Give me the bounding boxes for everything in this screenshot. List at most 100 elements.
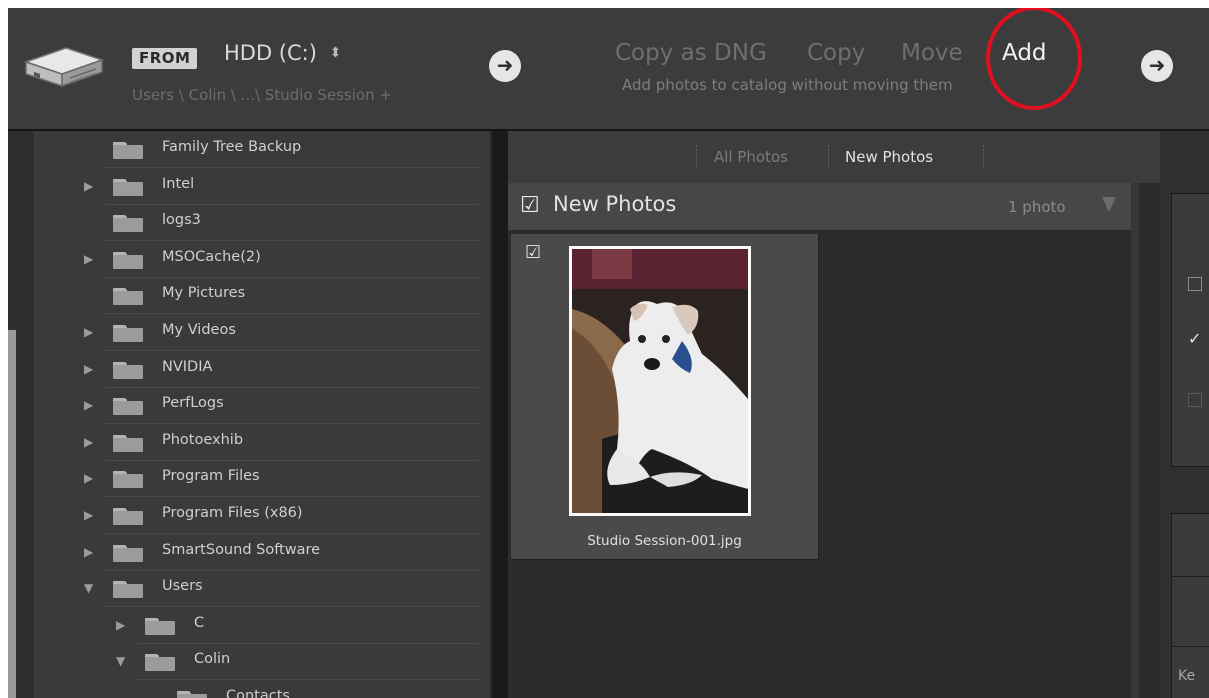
folder-icon <box>145 654 175 671</box>
folder-label: Colin <box>194 651 231 667</box>
tab-new-photos[interactable]: New Photos <box>845 148 933 166</box>
import-header: FROM HDD (C:) ⬍ Users \ Colin \ ...\ Stu… <box>8 8 1209 131</box>
folder-label: Family Tree Backup <box>162 139 302 155</box>
folder-icon <box>113 398 143 415</box>
folder-label: MSOCache(2) <box>162 249 261 265</box>
folder-row[interactable]: ▶ SmartSound Software <box>34 534 488 571</box>
folder-row[interactable]: ▶ Program Files <box>34 460 488 497</box>
folder-label: logs3 <box>162 212 201 228</box>
disclosure-closed-icon[interactable]: ▶ <box>84 546 93 558</box>
folder-icon <box>113 142 143 159</box>
folder-label: SmartSound Software <box>162 542 321 558</box>
folder-icon <box>113 215 143 232</box>
panel-divider <box>1172 646 1209 647</box>
panel-divider <box>1172 576 1209 577</box>
mode-copy-as-dng[interactable]: Copy as DNG <box>615 40 767 66</box>
folder-icon <box>177 691 207 698</box>
folder-row[interactable]: ▶ NVIDIA <box>34 351 488 388</box>
group-checkbox[interactable]: ☑ <box>520 193 540 218</box>
option-checkbox-checked[interactable]: ✓ <box>1188 331 1201 347</box>
disclosure-closed-icon[interactable]: ▶ <box>84 472 93 484</box>
photo-filename: Studio Session-001.jpg <box>587 533 742 549</box>
folder-icon <box>145 618 175 635</box>
folder-label: Photoexhib <box>162 432 244 448</box>
folder-row[interactable]: ▶ My Videos <box>34 314 488 351</box>
source-path[interactable]: Users \ Colin \ ...\ Studio Session + <box>132 86 392 104</box>
option-checkbox[interactable] <box>1188 277 1202 291</box>
folder-row[interactable]: Contacts <box>34 680 488 698</box>
tab-divider <box>983 145 985 167</box>
right-panel: ✓ Ke <box>1160 131 1209 698</box>
folder-label: Program Files <box>162 468 260 484</box>
view-tabs: All Photos New Photos <box>508 131 1160 183</box>
group-header: ☑ New Photos 1 photo <box>508 183 1131 230</box>
disclosure-closed-icon[interactable]: ▶ <box>84 509 93 521</box>
folder-row[interactable]: ▶ Photoexhib <box>34 424 488 461</box>
disclosure-closed-icon[interactable]: ▶ <box>84 363 93 375</box>
folder-icon <box>113 252 143 269</box>
tab-all-photos[interactable]: All Photos <box>714 148 788 166</box>
mode-description: Add photos to catalog without moving the… <box>622 76 953 94</box>
left-scrollbar[interactable] <box>8 330 16 698</box>
grid-scrollbar[interactable] <box>1131 183 1139 698</box>
folder-row[interactable]: Family Tree Backup <box>34 131 488 168</box>
folder-label: C <box>194 615 205 631</box>
source-dropdown[interactable]: HDD (C:) ⬍ <box>224 41 341 65</box>
photo-thumbnail-cell[interactable]: ☑ Studio Session-001.jpg <box>511 234 819 560</box>
option-checkbox-disabled <box>1188 393 1202 407</box>
file-handling-panel: ✓ <box>1171 193 1209 467</box>
disclosure-closed-icon[interactable]: ▶ <box>116 619 125 631</box>
disclosure-closed-icon[interactable]: ▶ <box>84 326 93 338</box>
mode-move[interactable]: Move <box>901 40 963 66</box>
folder-row[interactable]: logs3 <box>34 204 488 241</box>
destination-arrow-button[interactable]: ➜ <box>1141 50 1173 82</box>
disclosure-closed-icon[interactable]: ▶ <box>84 253 93 265</box>
folder-icon <box>113 179 143 196</box>
folder-row[interactable]: ▶ Intel <box>34 168 488 205</box>
folder-label: Contacts <box>226 688 290 698</box>
folder-label: Program Files (x86) <box>162 505 303 521</box>
source-name: HDD (C:) <box>224 41 317 65</box>
folder-row[interactable]: ▶ MSOCache(2) <box>34 241 488 278</box>
arrow-right-icon: ➜ <box>489 50 521 82</box>
folder-icon <box>113 362 143 379</box>
folder-row[interactable]: ▼ Users <box>34 570 488 607</box>
folder-label: My Videos <box>162 322 236 338</box>
photo-checkbox[interactable]: ☑ <box>525 242 541 263</box>
folder-row[interactable]: ▶ PerfLogs <box>34 387 488 424</box>
folder-icon <box>113 545 143 562</box>
lightroom-import-window: FROM HDD (C:) ⬍ Users \ Colin \ ...\ Stu… <box>8 8 1209 698</box>
collapse-triangle-icon[interactable] <box>1102 197 1116 212</box>
folder-row[interactable]: ▼ Colin <box>34 643 488 680</box>
group-count: 1 photo <box>1008 198 1066 216</box>
disclosure-closed-icon[interactable]: ▶ <box>84 436 93 448</box>
folder-icon <box>113 325 143 342</box>
updown-chevron-icon: ⬍ <box>329 45 342 61</box>
folder-label: Users <box>162 578 203 594</box>
photo-frame <box>569 246 751 516</box>
annotation-circle <box>986 8 1082 110</box>
mode-copy[interactable]: Copy <box>807 40 865 66</box>
folder-label: PerfLogs <box>162 395 224 411</box>
folder-label: Intel <box>162 176 195 192</box>
folder-icon <box>113 471 143 488</box>
folder-label: NVIDIA <box>162 359 213 375</box>
tab-divider <box>696 145 698 167</box>
keywords-label: Ke <box>1178 668 1196 684</box>
folder-row[interactable]: ▶ C <box>34 607 488 644</box>
from-label: FROM <box>132 48 198 69</box>
folder-icon <box>113 581 143 598</box>
group-title: New Photos <box>553 192 677 216</box>
folder-icon <box>113 508 143 525</box>
disclosure-open-icon[interactable]: ▼ <box>116 655 125 667</box>
disclosure-open-icon[interactable]: ▼ <box>84 582 93 594</box>
folder-label: My Pictures <box>162 285 246 301</box>
grid-edge <box>1139 183 1160 698</box>
dog-photo <box>572 249 748 513</box>
photo-grid-area: All Photos New Photos ☑ New Photos 1 pho… <box>508 131 1160 698</box>
disclosure-closed-icon[interactable]: ▶ <box>84 399 93 411</box>
folder-row[interactable]: ▶ Program Files (x86) <box>34 497 488 534</box>
folder-row[interactable]: My Pictures <box>34 277 488 314</box>
disclosure-closed-icon[interactable]: ▶ <box>84 180 93 192</box>
hard-drive-icon <box>22 40 106 94</box>
